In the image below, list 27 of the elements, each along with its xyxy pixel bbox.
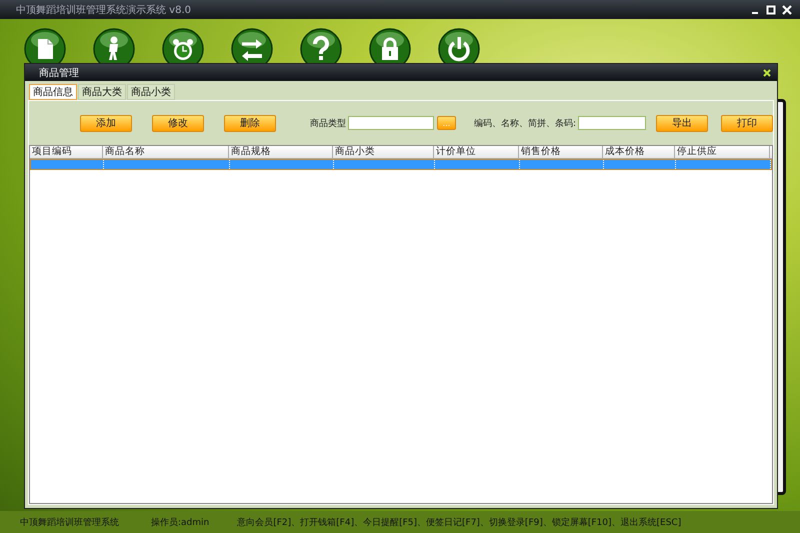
- column-header[interactable]: 项目编码: [30, 146, 103, 158]
- action-button[interactable]: 删除: [224, 114, 276, 132]
- close-icon[interactable]: [763, 68, 771, 76]
- field-label: 商品类型: [310, 118, 346, 130]
- column-header[interactable]: 商品名称: [103, 146, 229, 158]
- column-header[interactable]: 停止供应: [675, 146, 770, 158]
- tab[interactable]: 商品大类: [78, 84, 126, 100]
- action-button[interactable]: 打印: [721, 114, 773, 132]
- category-field[interactable]: [348, 116, 434, 130]
- action-button[interactable]: 添加: [80, 114, 132, 132]
- tab[interactable]: 商品信息: [29, 84, 77, 100]
- column-header[interactable]: 销售价格: [519, 146, 603, 158]
- column-header[interactable]: 计价单位: [434, 146, 519, 158]
- action-button[interactable]: 修改: [152, 114, 204, 132]
- app-name: 中顶舞蹈培训班管理系统: [20, 516, 119, 528]
- dialog-title: 商品管理: [39, 66, 79, 80]
- shortcut-hints: 意向会员[F2]、打开钱箱[F4]、今日提醒[F5]、便签日记[F7]、切换登录[F9]、锁定屏幕[F10]、退出系统[ESC]: [237, 516, 682, 528]
- tab[interactable]: 商品小类: [127, 84, 175, 100]
- operator-label: 操作员:admin: [151, 516, 210, 528]
- search-field[interactable]: [578, 116, 646, 130]
- column-header[interactable]: 商品规格: [229, 146, 333, 158]
- action-button[interactable]: 导出: [656, 114, 708, 132]
- window-title: 中顶舞蹈培训班管理系统演示系统 v8.0: [16, 4, 191, 16]
- field-label: 编码、名称、简拼、条码:: [474, 118, 576, 130]
- column-header[interactable]: 成本价格: [603, 146, 675, 158]
- column-header[interactable]: 商品小类: [333, 146, 434, 158]
- maximize-icon[interactable]: [766, 4, 776, 14]
